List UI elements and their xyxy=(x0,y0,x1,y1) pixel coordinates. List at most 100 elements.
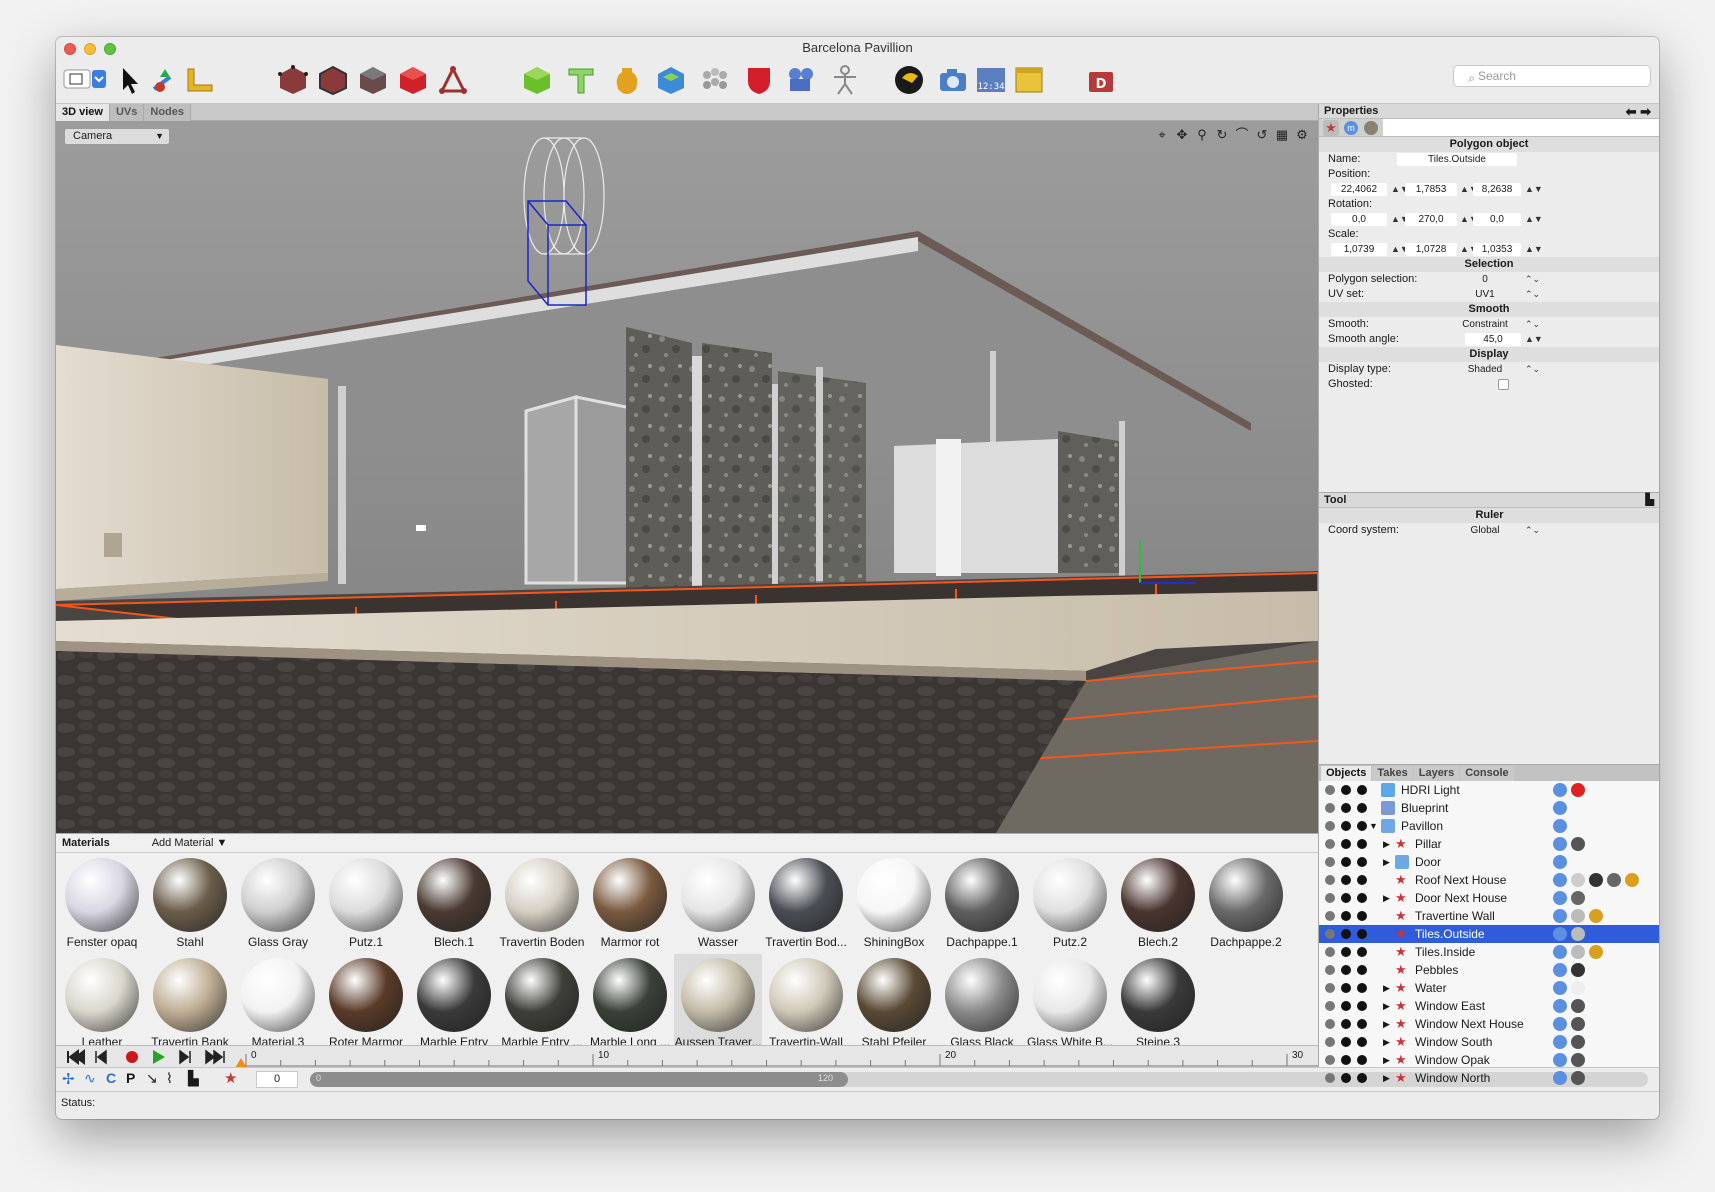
material-tag-icon[interactable] xyxy=(1553,891,1567,905)
material-item[interactable]: Travertin-Wall xyxy=(762,954,850,1054)
visibility-dot[interactable] xyxy=(1325,1037,1335,1047)
rotation-z-field[interactable]: 0,0 xyxy=(1473,213,1521,226)
material-item[interactable]: Leather xyxy=(58,954,146,1054)
eye-icon[interactable] xyxy=(1341,857,1351,867)
disclosure-triangle-icon[interactable]: ▶ xyxy=(1383,1051,1390,1069)
material-tag-icon[interactable] xyxy=(1553,963,1567,977)
eye-icon[interactable] xyxy=(1341,1001,1351,1011)
eye-icon[interactable] xyxy=(1341,911,1351,921)
texture-tag-icon[interactable] xyxy=(1589,873,1603,887)
material-item[interactable]: Stahl xyxy=(146,854,234,954)
disclosure-triangle-icon[interactable]: ▶ xyxy=(1383,835,1390,853)
render-icon[interactable] xyxy=(1357,947,1367,957)
uv-set-select[interactable]: UV1 xyxy=(1449,288,1521,301)
object-row[interactable]: ★ Pebbles xyxy=(1319,961,1659,979)
material-item[interactable]: Blech.2 xyxy=(1114,854,1202,954)
material-tag-icon[interactable] xyxy=(1553,1071,1567,1085)
move-keys-icon[interactable]: ✢ xyxy=(62,1070,75,1088)
text-tool-icon[interactable] xyxy=(564,63,598,97)
name-field[interactable]: Tiles.Outside xyxy=(1397,153,1517,166)
plugin-icon[interactable]: D xyxy=(1084,63,1118,97)
tab-layers[interactable]: Layers xyxy=(1413,766,1460,781)
texture-tag-icon[interactable] xyxy=(1571,1017,1585,1031)
render-icon[interactable] xyxy=(1357,875,1367,885)
texture-tag-icon[interactable] xyxy=(1571,1035,1585,1049)
material-tag-icon[interactable] xyxy=(1553,927,1567,941)
ruler-icon[interactable] xyxy=(182,63,216,97)
eye-icon[interactable] xyxy=(1341,821,1351,831)
visibility-dot[interactable] xyxy=(1325,839,1335,849)
axis-mode-icon[interactable] xyxy=(436,63,470,97)
render-icon[interactable] xyxy=(892,63,926,97)
material-item[interactable]: Steine.3 xyxy=(1114,954,1202,1054)
material-tag-icon[interactable] xyxy=(1553,783,1567,797)
scale-y-field[interactable]: 1,0728 xyxy=(1405,243,1457,256)
pan-icon[interactable]: ✥ xyxy=(1174,127,1190,143)
object-row[interactable]: ▶ ★ Window East xyxy=(1319,997,1659,1015)
eye-icon[interactable] xyxy=(1341,893,1351,903)
grid-layout-icon[interactable]: ▦ xyxy=(1274,127,1290,143)
visibility-dot[interactable] xyxy=(1325,911,1335,921)
current-frame-field[interactable]: 0 xyxy=(256,1071,298,1088)
visibility-dot[interactable] xyxy=(1325,929,1335,939)
material-tab-icon[interactable]: m xyxy=(1344,121,1358,135)
position-z-field[interactable]: 8,2638 xyxy=(1473,183,1521,196)
close-window-button[interactable] xyxy=(64,43,76,55)
object-row[interactable]: ▶ ★ Pillar xyxy=(1319,835,1659,853)
material-tag-icon[interactable] xyxy=(1553,837,1567,851)
material-tag-icon[interactable] xyxy=(1553,1035,1567,1049)
texture-tag-icon[interactable] xyxy=(1571,909,1585,923)
tab-console[interactable]: Console xyxy=(1460,766,1514,781)
nav-arrows-icon[interactable]: ⬅ ➡ xyxy=(1626,104,1651,119)
texture-tag-icon[interactable] xyxy=(1571,1071,1585,1085)
object-row[interactable]: ▼ Pavillon xyxy=(1319,817,1659,835)
extrude-icon[interactable] xyxy=(654,63,688,97)
camera-rig-icon[interactable] xyxy=(784,63,818,97)
texture-tag-icon[interactable] xyxy=(1571,1053,1585,1067)
material-tag-icon[interactable] xyxy=(1553,855,1567,869)
stepper-icon[interactable]: ▲▼ xyxy=(1525,242,1543,257)
object-mode-icon[interactable] xyxy=(396,63,430,97)
display-type-select[interactable]: Shaded xyxy=(1449,363,1521,376)
rotation-y-field[interactable]: 270,0 xyxy=(1405,213,1457,226)
render-region-icon[interactable] xyxy=(1012,63,1046,97)
material-tag-icon[interactable] xyxy=(1553,873,1567,887)
material-item[interactable]: Marmor rot xyxy=(586,854,674,954)
material-item[interactable]: Wasser xyxy=(674,854,762,954)
zoom-window-button[interactable] xyxy=(104,43,116,55)
tab-objects[interactable]: Objects xyxy=(1321,766,1372,781)
texture-tag-icon[interactable] xyxy=(1571,873,1585,887)
disclosure-triangle-icon[interactable]: ▶ xyxy=(1383,853,1390,871)
render-icon[interactable] xyxy=(1357,983,1367,993)
disclosure-triangle-icon[interactable]: ▶ xyxy=(1383,889,1390,907)
ghosted-checkbox[interactable] xyxy=(1498,379,1509,390)
material-item[interactable]: Putz.1 xyxy=(322,854,410,954)
tab-takes[interactable]: Takes xyxy=(1372,766,1413,781)
material-item[interactable]: Dachpappe.2 xyxy=(1202,854,1290,954)
tab-uvs[interactable]: UVs xyxy=(109,104,145,121)
visibility-dot[interactable] xyxy=(1325,1073,1335,1083)
disclosure-triangle-icon[interactable]: ▶ xyxy=(1383,1015,1390,1033)
render-icon[interactable] xyxy=(1357,911,1367,921)
render-icon[interactable] xyxy=(1357,839,1367,849)
visibility-dot[interactable] xyxy=(1325,785,1335,795)
move-tool-icon[interactable] xyxy=(148,63,182,97)
tab-3d-view[interactable]: 3D view xyxy=(56,104,110,121)
texture-tag-icon[interactable] xyxy=(1607,873,1621,887)
loop-icon[interactable]: C xyxy=(106,1070,116,1086)
material-item[interactable]: Dachpappe.1 xyxy=(938,854,1026,954)
material-item[interactable]: Glass Gray xyxy=(234,854,322,954)
orbit-icon[interactable]: ↻ xyxy=(1214,127,1230,143)
object-tab-star-icon[interactable]: ★ xyxy=(1323,120,1339,136)
select-arrow-icon[interactable] xyxy=(114,63,148,97)
eye-icon[interactable] xyxy=(1341,965,1351,975)
material-item[interactable]: Blech.1 xyxy=(410,854,498,954)
walk-icon[interactable]: ↺ xyxy=(1254,127,1270,143)
material-item[interactable]: Travertin Bank xyxy=(146,954,234,1054)
material-item[interactable]: Marble Long ... xyxy=(586,954,674,1054)
3d-viewport[interactable]: 3D view UVs Nodes Camera ▼ ⌖ ✥ ⚲ ↻ ⌒ ↺ ▦… xyxy=(56,104,1318,833)
render-icon[interactable] xyxy=(1357,1019,1367,1029)
camera-select[interactable]: Camera ▼ xyxy=(64,128,170,145)
texture-tag-icon[interactable] xyxy=(1625,873,1639,887)
render-icon[interactable] xyxy=(1357,965,1367,975)
